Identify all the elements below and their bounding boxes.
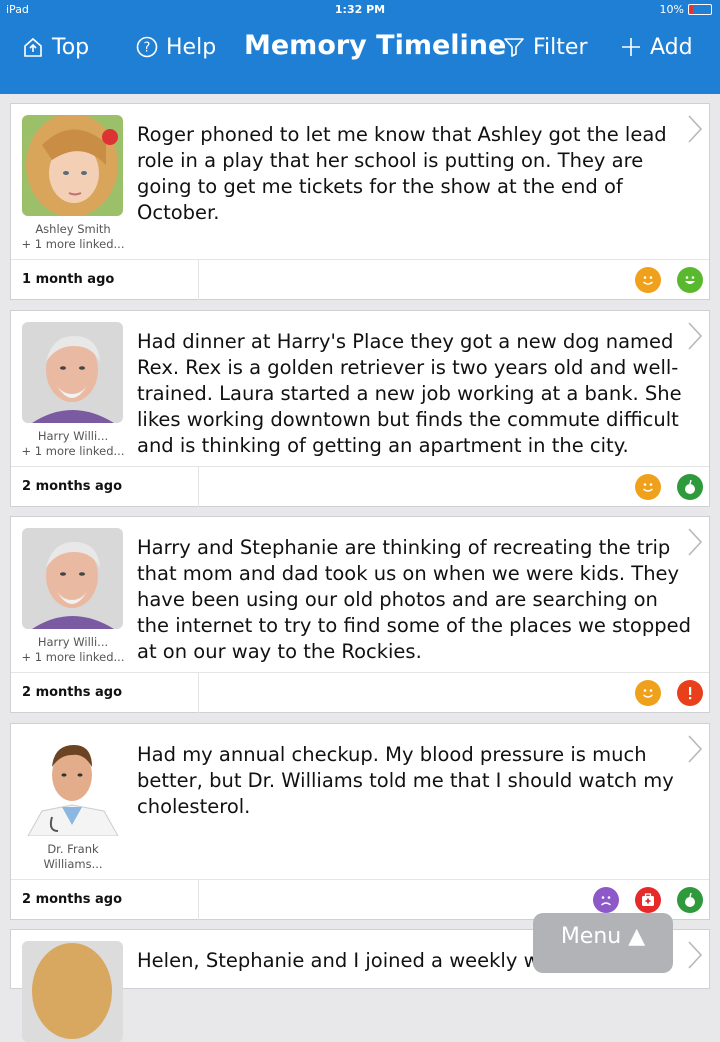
chevron-right-icon <box>688 941 703 969</box>
help-label: Help <box>166 34 217 60</box>
apple-icon <box>677 474 703 500</box>
memory-text: Roger phoned to let me know that Ashley … <box>137 123 667 224</box>
person-name: Ashley Smith <box>35 222 111 236</box>
plus-icon <box>622 38 640 56</box>
apple-icon <box>677 887 703 913</box>
happy-face-icon <box>635 474 661 500</box>
timeline-card[interactable]: Harry Willi... + 1 more linked... Harry … <box>10 516 710 713</box>
chevron-right-icon <box>688 115 703 143</box>
nav-bar: Top ? Help Memory Timeline Filter Add <box>0 20 720 94</box>
happy-face-icon <box>635 680 661 706</box>
top-label: Top <box>52 34 90 60</box>
person-name: Harry Willi... <box>37 429 109 443</box>
avatar <box>22 735 123 836</box>
filter-button[interactable]: Filter <box>503 32 587 62</box>
card-footer: 2 months ago <box>11 466 709 507</box>
battery-icon <box>688 4 712 15</box>
clock: 1:32 PM <box>334 3 386 16</box>
medkit-icon <box>635 887 661 913</box>
card-footer: 1 month ago <box>11 259 709 300</box>
exclamation-icon <box>677 680 703 706</box>
chevron-right-icon <box>688 528 703 556</box>
timestamp: 1 month ago <box>22 272 115 287</box>
status-bar: iPad 1:32 PM 10% <box>0 0 720 20</box>
memory-text: Harry and Stephanie are thinking of recr… <box>137 536 691 663</box>
filter-icon <box>504 38 524 57</box>
person-name: Dr. Frank <box>47 842 99 856</box>
filter-label: Filter <box>533 34 588 60</box>
help-icon: ? <box>136 36 158 58</box>
person-name-line2: Williams... <box>43 857 103 871</box>
svg-text:?: ? <box>144 41 151 56</box>
linked-count: + 1 more linked... <box>21 444 125 458</box>
timeline-card[interactable]: Dr. Frank Williams... Had my annual chec… <box>10 723 710 920</box>
memory-text: Had dinner at Harry's Place they got a n… <box>137 330 682 457</box>
happy-face-icon <box>635 267 661 293</box>
battery-percent: 10% <box>659 3 684 16</box>
smile-icon <box>677 267 703 293</box>
person-name: Harry Willi... <box>37 635 109 649</box>
help-button[interactable]: ? Help <box>136 32 216 62</box>
card-footer: 2 months ago <box>11 672 709 713</box>
timeline-card[interactable]: Ashley Smith + 1 more linked... Roger ph… <box>10 103 710 300</box>
timestamp: 2 months ago <box>22 479 123 494</box>
timestamp: 2 months ago <box>22 685 123 700</box>
battery-status: 10% <box>660 3 712 16</box>
linked-count: + 1 more linked... <box>21 650 125 664</box>
sad-face-icon <box>593 887 619 913</box>
avatar <box>22 528 123 629</box>
top-button[interactable]: Top <box>22 32 89 62</box>
add-label: Add <box>650 34 693 60</box>
home-icon <box>24 37 42 57</box>
page-title: Memory Timeline <box>244 30 507 61</box>
avatar <box>22 322 123 423</box>
timeline-card[interactable]: Harry Willi... + 1 more linked... Had di… <box>10 310 710 507</box>
linked-count: + 1 more linked... <box>21 237 125 251</box>
avatar <box>22 941 123 1042</box>
timestamp: 2 months ago <box>22 892 123 907</box>
chevron-right-icon <box>688 322 703 350</box>
avatar <box>22 115 123 216</box>
chevron-right-icon <box>688 735 703 763</box>
menu-button[interactable]: Menu ▲ <box>533 913 673 973</box>
memory-text: Had my annual checkup. My blood pressure… <box>137 743 674 818</box>
add-button[interactable]: Add <box>620 32 693 62</box>
